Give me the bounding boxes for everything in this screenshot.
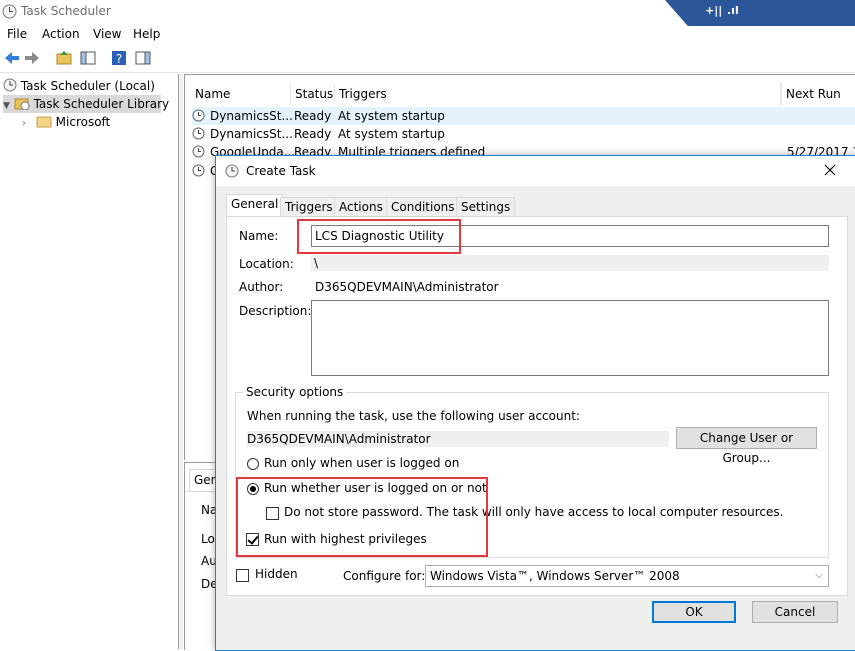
tree-microsoft-label: Microsoft — [55, 115, 111, 129]
hidden-checkbox[interactable] — [236, 569, 249, 582]
row-status: Ready — [294, 109, 332, 123]
security-options-title: Security options — [243, 385, 347, 399]
signal-icon: .ıl — [727, 4, 739, 17]
back-arrow-icon[interactable] — [3, 49, 21, 67]
task-icon — [192, 109, 205, 122]
chevron-down-icon[interactable]: ▼ — [3, 101, 10, 111]
toolbar: ? — [0, 44, 855, 73]
create-task-dialog: Create Task General Triggers Actions Con… — [215, 155, 855, 651]
highlight-box-security — [236, 477, 488, 557]
table-row[interactable]: DynamicsSt... Ready At system startup — [192, 125, 445, 143]
radio-logged-on-label: Run only when user is logged on — [264, 456, 460, 470]
ok-button[interactable]: OK — [652, 601, 736, 623]
location-value: \ — [311, 255, 829, 271]
svg-text:?: ? — [116, 52, 122, 66]
row-triggers: At system startup — [338, 109, 445, 123]
tab-settings[interactable]: Settings — [456, 197, 516, 217]
description-label: Description: — [239, 304, 312, 318]
row-status: Ready — [294, 127, 332, 141]
menu-view[interactable]: View — [93, 27, 121, 41]
column-header-name[interactable]: Name — [191, 83, 291, 105]
folder-clock-icon — [14, 98, 30, 111]
tab-actions[interactable]: Actions — [334, 197, 388, 217]
hidden-label: Hidden — [255, 567, 298, 581]
tree-library-label: Task Scheduler Library — [33, 97, 170, 111]
show-action-pane-icon[interactable] — [134, 49, 152, 67]
column-header-status[interactable]: Status — [291, 83, 335, 105]
configure-for-label: Configure for: — [343, 569, 426, 583]
author-value: D365QDEVMAIN\Administrator — [315, 280, 499, 294]
tree-item-microsoft[interactable]: › Microsoft — [22, 113, 110, 131]
clock-icon — [225, 164, 239, 178]
forward-arrow-icon[interactable] — [23, 49, 41, 67]
row-name: DynamicsSt... — [210, 127, 293, 141]
navigation-tree: Task Scheduler (Local) ▼ Task Scheduler … — [0, 74, 179, 649]
dialog-title: Create Task — [246, 164, 316, 178]
menu-help[interactable]: Help — [133, 27, 160, 41]
tab-general[interactable]: General — [226, 194, 284, 217]
tab-conditions[interactable]: Conditions — [386, 197, 460, 217]
tree-item-library[interactable]: ▼ Task Scheduler Library — [3, 95, 169, 113]
description-textarea[interactable] — [311, 300, 829, 376]
menu-bar: File Action View Help — [0, 24, 855, 44]
tree-item-root[interactable]: Task Scheduler (Local) — [3, 77, 155, 95]
app-title: Task Scheduler — [21, 4, 111, 18]
menu-file[interactable]: File — [7, 27, 27, 41]
row-triggers: At system startup — [338, 127, 445, 141]
network-icon: +|| — [705, 4, 723, 17]
location-label: Location: — [239, 257, 294, 271]
row-name: DynamicsSt... — [210, 109, 293, 123]
table-row[interactable]: DynamicsSt... Ready At system startup — [192, 107, 855, 125]
menu-action[interactable]: Action — [42, 27, 80, 41]
configure-for-value: Windows Vista™, Windows Server™ 2008 — [430, 569, 680, 583]
cancel-button[interactable]: Cancel — [752, 601, 838, 623]
task-icon — [192, 127, 205, 140]
close-icon[interactable] — [824, 164, 836, 176]
radio-logged-on[interactable] — [247, 458, 259, 470]
show-hide-tree-icon[interactable] — [79, 49, 97, 67]
author-label: Author: — [239, 280, 284, 294]
pane-splitter[interactable] — [179, 74, 183, 649]
up-folder-icon[interactable] — [55, 49, 73, 67]
task-scheduler-clock-icon — [2, 4, 17, 19]
highlight-box-name — [297, 219, 461, 254]
tab-triggers[interactable]: Triggers — [280, 197, 338, 217]
task-icon — [192, 164, 205, 177]
account-value: D365QDEVMAIN\Administrator — [247, 431, 669, 447]
chevron-down-icon: ⌵ — [815, 570, 823, 581]
folder-icon — [36, 116, 52, 128]
name-label: Name: — [239, 229, 279, 243]
column-header-triggers[interactable]: Triggers — [335, 83, 781, 105]
chevron-right-icon[interactable]: › — [22, 118, 26, 129]
clock-icon — [3, 78, 17, 92]
dialog-title-bar: Create Task — [216, 156, 855, 186]
column-header-next-run[interactable]: Next Run Tim — [781, 83, 855, 123]
taskbar-corner: +|| .ıl — [665, 0, 855, 26]
configure-for-select[interactable]: Windows Vista™, Windows Server™ 2008 ⌵ — [425, 565, 829, 587]
help-icon[interactable]: ? — [110, 49, 128, 67]
task-icon — [192, 145, 205, 158]
tree-root-label: Task Scheduler (Local) — [20, 79, 155, 93]
account-prompt: When running the task, use the following… — [247, 409, 580, 423]
change-user-button[interactable]: Change User or Group... — [676, 427, 817, 465]
